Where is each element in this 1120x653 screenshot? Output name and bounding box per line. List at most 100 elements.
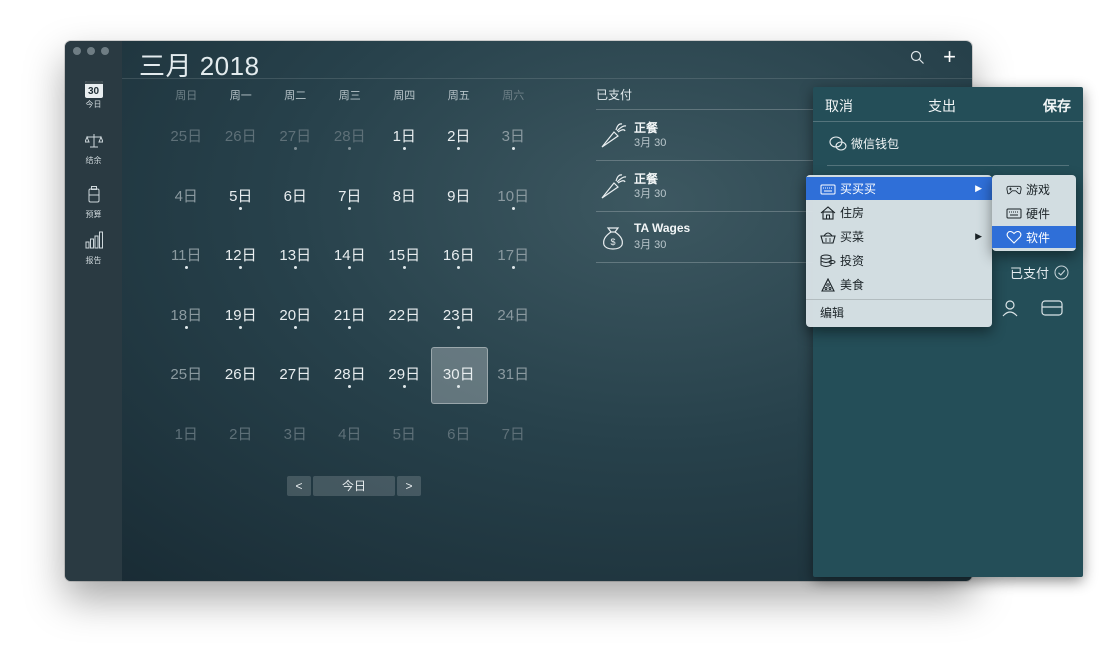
event-dot [184,325,188,329]
calendar-day[interactable]: 20日 [268,297,323,357]
calendar-day[interactable]: 5日 [377,416,432,476]
sidebar-item-label: 今日 [85,100,102,109]
calendar-day[interactable]: 24日 [486,297,541,357]
transaction-list-header: 已支付 [596,84,836,110]
calendar-day[interactable]: 21日 [323,297,378,357]
calendar-day[interactable]: 27日 [268,118,323,178]
calendar-week: 4日 5日 6日 7日 8日 9日 10日 [159,178,541,238]
calendar-day[interactable]: 19日 [214,297,269,357]
prev-month-button[interactable]: < [287,476,311,496]
calendar-day[interactable]: 27日 [268,356,323,416]
calendar-day[interactable]: 1日 [377,118,432,178]
search-icon[interactable] [910,50,925,65]
sidebar-item-reports[interactable]: 报告 [65,231,122,266]
calendar-day[interactable]: 13日 [268,237,323,297]
sidebar-item-today[interactable]: 30 今日 [65,81,122,110]
calendar-day[interactable]: 5日 [214,178,269,238]
wallet-label: 微信钱包 [851,137,900,151]
menu-item-groceries[interactable]: 买菜 ▶ [806,225,992,248]
add-icon[interactable]: + [943,46,956,68]
wallet-selector[interactable]: 微信钱包 [829,135,899,152]
transaction-row[interactable]: 正餐 3月 30 [596,161,836,212]
calendar-day[interactable]: 26日 [214,118,269,178]
sidebar-item-budget[interactable]: 预算 [65,186,122,220]
transaction-row[interactable]: $ TA Wages 3月 30 [596,212,836,263]
tray-icon[interactable] [1041,299,1063,317]
calendar-day[interactable]: 1日 [159,416,214,476]
calendar-day[interactable]: 29日 [377,356,432,416]
calendar-day-selected[interactable]: 30日 [430,347,488,416]
calendar-day[interactable]: 17日 [486,237,541,297]
calendar-day[interactable]: 16日 [432,237,487,297]
calendar-week: 25日 26日 27日 28日 29日 30日 31日 [159,347,541,416]
calendar-day[interactable]: 6日 [268,178,323,238]
divider [827,165,1069,166]
next-month-button[interactable]: > [397,476,421,496]
weekday-label: 周二 [284,90,307,102]
calendar-day[interactable]: 9日 [432,178,487,238]
today-button[interactable]: 今日 [313,476,395,496]
budget-icon [88,186,99,203]
attachment-options [1001,299,1063,317]
menu-item-food[interactable]: 美食 [806,273,992,296]
calendar-day[interactable]: 28日 [323,356,378,416]
menu-item-edit[interactable]: 编辑 [806,301,992,324]
submenu-item-software[interactable]: 软件 [992,226,1076,248]
menu-item-invest[interactable]: 投资 [806,249,992,272]
event-dot [348,147,352,150]
transaction-date: 3月 30 [634,188,667,200]
sidebar-item-label: 报告 [85,256,102,265]
save-button[interactable]: 保存 [1043,96,1071,116]
calendar-day[interactable]: 11日 [159,237,214,297]
menu-item-label: 买菜 [840,230,865,244]
minimize-window-button[interactable] [87,47,95,55]
calendar-day[interactable]: 3日 [268,416,323,476]
event-dot [293,266,297,269]
submenu-item-games[interactable]: 游戏 [992,178,1076,200]
svg-text:$: $ [610,237,615,247]
weekday-label: 周五 [447,90,470,102]
calendar-day[interactable]: 25日 [159,356,214,416]
calendar-day[interactable]: 15日 [377,237,432,297]
paid-toggle[interactable]: 已支付 [1010,263,1069,282]
transaction-date: 3月 30 [634,137,667,149]
transaction-row[interactable]: 正餐 3月 30 [596,110,836,161]
menu-item-housing[interactable]: 住房 [806,201,992,224]
sidebar-item-balance[interactable]: 结余 [65,133,122,166]
weekday-label: 周一 [229,90,252,102]
calendar-day[interactable]: 31日 [486,356,541,416]
sidebar-item-label: 结余 [85,156,102,165]
transaction-name: TA Wages [634,221,691,235]
keyboard-icon [820,184,836,194]
calendar-day[interactable]: 7日 [323,178,378,238]
calendar-day[interactable]: 4日 [159,178,214,238]
calendar-day[interactable]: 28日 [323,118,378,178]
basket-icon [820,231,836,244]
expense-panel: 取消 支出 保存 微信钱包 已支付 [813,87,1083,577]
event-dot [402,385,406,388]
calendar-day[interactable]: 25日 [159,118,214,178]
submenu-arrow-icon: ▶ [975,231,982,241]
calendar-day[interactable]: 2日 [214,416,269,476]
event-dot [348,266,352,269]
money-bag-icon: $ [603,227,623,250]
calendar-day[interactable]: 3日 [486,118,541,178]
calendar-day[interactable]: 6日 [432,416,487,476]
close-window-button[interactable] [73,47,81,55]
calendar-day[interactable]: 8日 [377,178,432,238]
zoom-window-button[interactable] [101,47,109,55]
calendar-day[interactable]: 22日 [377,297,432,357]
calendar-day[interactable]: 7日 [486,416,541,476]
cancel-button[interactable]: 取消 [825,96,853,116]
calendar-day[interactable]: 2日 [432,118,487,178]
calendar-day[interactable]: 26日 [214,356,269,416]
calendar-day[interactable]: 12日 [214,237,269,297]
person-icon[interactable] [1001,299,1019,317]
submenu-item-hardware[interactable]: 硬件 [992,202,1076,224]
weekday-label: 周六 [502,90,525,102]
calendar-day[interactable]: 4日 [323,416,378,476]
menu-item-shopping[interactable]: 买买买 ▶ [806,177,992,200]
calendar-day[interactable]: 14日 [323,237,378,297]
calendar-day[interactable]: 10日 [486,178,541,238]
calendar-day[interactable]: 18日 [159,297,214,357]
